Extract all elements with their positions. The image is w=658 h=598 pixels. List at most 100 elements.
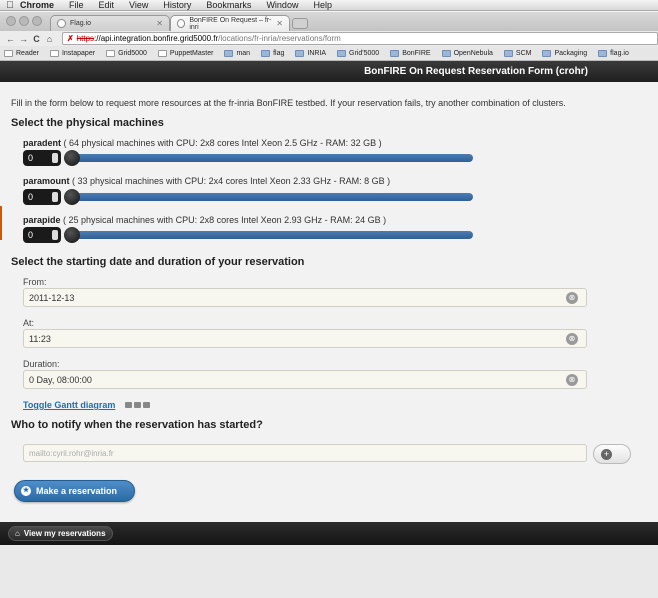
tab-flag-io[interactable]: Flag.io ✕ [50,15,170,31]
menu-bookmarks[interactable]: Bookmarks [206,0,251,10]
bookmark-label: OpenNebula [453,49,493,57]
folder-icon [224,49,234,57]
tab-bonfire[interactable]: BonFIRE On Request – fr-inri ✕ [170,15,290,31]
cluster-desc: ( 64 physical machines with CPU: 2x8 cor… [61,138,382,148]
menu-window[interactable]: Window [266,0,298,10]
bookmarks-bar: Reader Instapaper Grid5000 PuppetMaster man f… [0,46,658,61]
slider-handle[interactable] [64,150,80,166]
duration-field[interactable]: 0 Day, 08:00:00 ⊗ [23,370,587,389]
zoom-window-icon[interactable] [32,16,42,26]
paradent-quantity-stepper[interactable]: 0 [23,150,61,166]
clear-icon[interactable]: ⊗ [566,292,578,304]
navigation-bar: ← → C ⌂ ✗ https ://api.integration.bonfi… [0,31,658,46]
paramount-quantity-stepper[interactable]: 0 [23,189,61,205]
field-value: 0 Day, 08:00:00 [29,374,92,385]
menu-file[interactable]: File [69,0,84,10]
close-window-icon[interactable] [6,16,16,26]
plus-icon: + [601,449,612,460]
folder-icon [295,49,305,57]
notify-section-title: Who to notify when the reservation has s… [11,419,263,431]
clear-icon[interactable]: ⊗ [566,374,578,386]
cluster-name: paramount [23,176,70,186]
mac-menubar:  Chrome File Edit View History Bookmark… [0,0,658,11]
bookmark-item[interactable]: Grid'5000 [337,49,380,57]
stepper-value: 0 [28,192,34,202]
field-value: 2011-12-13 [29,292,75,303]
bookmark-label: SCM [515,49,532,57]
bookmark-label: Packaging [554,49,588,57]
bookmark-label: man [236,49,251,57]
forward-arrow-icon[interactable]: → [17,34,30,44]
at-time-field[interactable]: 11:23 ⊗ [23,329,587,348]
stepper-arrows-icon[interactable] [52,192,58,202]
paradent-slider[interactable] [64,150,473,166]
bookmark-item[interactable]: Packaging [542,49,588,57]
add-recipient-button[interactable]: + [593,444,631,464]
bookmark-item[interactable]: Instapaper [49,49,96,57]
apple-menu-icon[interactable]:  [0,0,20,11]
make-reservation-button[interactable]: ★ Make a reservation [14,480,135,502]
menu-history[interactable]: History [163,0,191,10]
bookmark-item[interactable]: SCM [503,49,532,57]
insecure-lock-icon: ✗ [67,34,74,43]
parapide-quantity-stepper[interactable]: 0 [23,227,61,243]
bookmark-label: Instapaper [61,49,96,57]
menu-app-name[interactable]: Chrome [20,0,54,10]
page-footer: ⌂ View my reservations [0,522,658,545]
close-tab-icon[interactable]: ✕ [156,19,163,28]
bookmark-item[interactable]: Grid5000 [106,49,147,57]
bookmark-item[interactable]: PuppetMaster [157,49,213,57]
menu-edit[interactable]: Edit [99,0,115,10]
cluster-desc: ( 25 physical machines with CPU: 2x8 cor… [60,215,387,225]
window-controls [6,16,42,26]
reservation-form: Fill in the form below to request more r… [0,82,658,522]
bookmark-item[interactable]: BonFIRE [390,49,431,57]
stepper-arrows-icon[interactable] [52,230,58,240]
new-tab-button[interactable] [292,18,308,29]
notify-email-field[interactable] [23,444,587,462]
parapide-slider[interactable] [64,227,473,243]
cluster-label-parapide: parapide ( 25 physical machines with CPU… [23,215,386,225]
field-value: 11:23 [29,333,51,344]
close-tab-icon[interactable]: ✕ [276,19,283,28]
reload-icon[interactable]: C [30,34,43,44]
bookmark-item[interactable]: OpenNebula [441,49,493,57]
stepper-value: 0 [28,230,34,240]
cluster-desc: ( 33 physical machines with CPU: 2x4 cor… [69,176,391,186]
bookmark-item[interactable]: flag [261,49,285,57]
loading-dots-icon [125,402,150,408]
paramount-slider[interactable] [64,189,473,205]
minimize-window-icon[interactable] [19,16,29,26]
bookmark-item[interactable]: INRIA [295,49,327,57]
bookmark-item[interactable]: man [224,49,251,57]
duration-label: Duration: [23,359,60,369]
folder-icon [503,49,513,57]
bookmark-label: INRIA [307,49,327,57]
slider-handle[interactable] [64,227,80,243]
folder-icon [542,49,552,57]
stepper-value: 0 [28,153,34,163]
address-bar[interactable]: ✗ https ://api.integration.bonfire.grid5… [62,32,658,45]
folder-icon [337,49,347,57]
bookmark-item[interactable]: flag.io [598,49,629,57]
view-reservations-button[interactable]: ⌂ View my reservations [8,526,113,541]
bookmark-label: flag [273,49,285,57]
notify-email-input[interactable] [29,448,586,458]
cluster-name: parapide [23,215,61,225]
menu-view[interactable]: View [129,0,148,10]
menu-help[interactable]: Help [313,0,332,10]
stepper-arrows-icon[interactable] [52,153,58,163]
home-icon[interactable]: ⌂ [43,34,56,44]
slider-handle[interactable] [64,189,80,205]
favicon-icon [57,19,66,28]
bookmark-item[interactable]: Reader [4,49,39,57]
page-title: BonFIRE On Request Reservation Form (cro… [364,66,588,77]
from-date-field[interactable]: 2011-12-13 ⊗ [23,288,587,307]
bookmark-label: Grid'5000 [349,49,380,57]
star-icon: ★ [21,486,31,496]
page-icon [4,49,13,57]
page-background [0,545,658,598]
clear-icon[interactable]: ⊗ [566,333,578,345]
back-arrow-icon[interactable]: ← [4,34,17,44]
toggle-gantt-link[interactable]: Toggle Gantt diagram [23,400,115,410]
